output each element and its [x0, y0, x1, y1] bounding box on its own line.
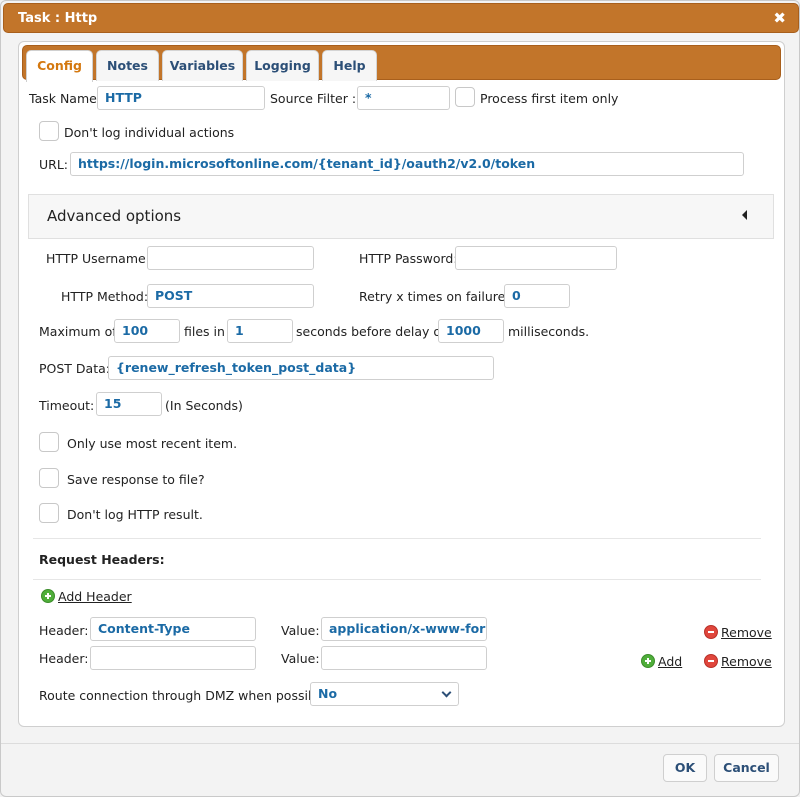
tab-variables[interactable]: Variables: [162, 50, 243, 81]
advanced-options-title: Advanced options: [47, 207, 182, 225]
retry-label: Retry x times on failure:: [359, 289, 510, 304]
http-username-input[interactable]: [147, 246, 314, 270]
ok-button[interactable]: OK: [663, 754, 707, 782]
post-data-label: POST Data:: [39, 361, 110, 376]
add-header-label: Add Header: [58, 589, 132, 604]
tab-bar: Config Notes Variables Logging Help: [22, 45, 781, 82]
add-icon: [641, 654, 655, 668]
files-in-label: files in: [184, 324, 225, 339]
value-label: Value:: [281, 651, 320, 666]
request-headers-title: Request Headers:: [39, 552, 165, 567]
tab-config[interactable]: Config: [26, 50, 93, 82]
divider: [33, 538, 761, 539]
add-label: Add: [658, 654, 683, 669]
dmz-select[interactable]: No: [310, 682, 459, 706]
dmz-select-value: No: [318, 686, 338, 701]
advanced-options-header[interactable]: Advanced options: [28, 194, 774, 239]
only-recent-checkbox[interactable]: [39, 432, 59, 452]
dont-log-individual-checkbox[interactable]: [39, 121, 59, 141]
task-dialog: Task : Http ✖ Config Notes Variables Log…: [0, 0, 800, 797]
process-first-checkbox[interactable]: [455, 87, 475, 107]
process-first-label: Process first item only: [480, 91, 619, 106]
close-icon[interactable]: ✖: [773, 9, 786, 27]
value-label: Value:: [281, 623, 320, 638]
tab-help[interactable]: Help: [322, 50, 377, 81]
http-password-label: HTTP Password:: [359, 251, 458, 266]
value-input[interactable]: [321, 646, 487, 670]
dialog-footer: OK Cancel: [1, 743, 799, 796]
http-password-input[interactable]: [455, 246, 617, 270]
tab-notes[interactable]: Notes: [96, 50, 159, 81]
task-name-input[interactable]: HTTP: [97, 86, 265, 110]
maximum-of-label: Maximum of: [39, 324, 117, 339]
timeout-unit-label: (In Seconds): [165, 398, 243, 413]
header-input[interactable]: [90, 646, 256, 670]
source-filter-input[interactable]: *: [357, 86, 450, 110]
source-filter-label: Source Filter :: [270, 91, 357, 106]
tab-logging[interactable]: Logging: [246, 50, 319, 81]
dont-log-individual-label: Don't log individual actions: [64, 125, 235, 140]
header-label: Header:: [39, 651, 89, 666]
remove-label: Remove: [721, 625, 772, 640]
add-icon: [41, 589, 55, 603]
divider: [33, 579, 761, 580]
header-label: Header:: [39, 623, 89, 638]
add-header-button[interactable]: Add Header: [41, 589, 132, 604]
dialog-title: Task : Http: [18, 11, 98, 26]
add-row-button[interactable]: Add: [641, 654, 682, 669]
dont-log-http-label: Don't log HTTP result.: [67, 507, 203, 522]
files-in-input[interactable]: 1: [227, 319, 293, 343]
delay-input[interactable]: 1000: [438, 319, 504, 343]
title-bar: Task : Http ✖: [3, 3, 799, 33]
remove-header-button[interactable]: Remove: [704, 654, 772, 669]
save-response-checkbox[interactable]: [39, 468, 59, 488]
value-input[interactable]: application/x-www-form-u: [321, 617, 487, 641]
dont-log-http-checkbox[interactable]: [39, 503, 59, 523]
remove-header-button[interactable]: Remove: [704, 625, 772, 640]
url-label: URL:: [39, 157, 69, 172]
remove-icon: [704, 625, 718, 639]
http-method-label: HTTP Method:: [61, 289, 149, 304]
caret-left-icon: [742, 210, 747, 220]
maximum-of-input[interactable]: 100: [114, 319, 180, 343]
seconds-before-label: seconds before delay of: [296, 324, 446, 339]
cancel-button[interactable]: Cancel: [714, 754, 779, 782]
post-data-input[interactable]: {renew_refresh_token_post_data}: [108, 356, 494, 380]
remove-label: Remove: [721, 654, 772, 669]
timeout-input[interactable]: 15: [96, 392, 162, 416]
save-response-label: Save response to file?: [67, 472, 205, 487]
header-input[interactable]: Content-Type: [90, 617, 256, 641]
timeout-label: Timeout:: [39, 398, 95, 413]
remove-icon: [704, 654, 718, 668]
milliseconds-label: milliseconds.: [508, 324, 590, 339]
config-panel: Config Notes Variables Logging Help Task…: [18, 41, 785, 727]
only-recent-label: Only use most recent item.: [67, 436, 238, 451]
url-input[interactable]: https://login.microsoftonline.com/{tenan…: [70, 152, 744, 176]
retry-input[interactable]: 0: [504, 284, 570, 308]
http-username-label: HTTP Username:: [46, 251, 150, 266]
chevron-down-icon: [441, 687, 452, 698]
http-method-input[interactable]: POST: [147, 284, 314, 308]
dmz-label: Route connection through DMZ when possib…: [39, 688, 332, 703]
task-name-label: Task Name:: [29, 91, 102, 106]
